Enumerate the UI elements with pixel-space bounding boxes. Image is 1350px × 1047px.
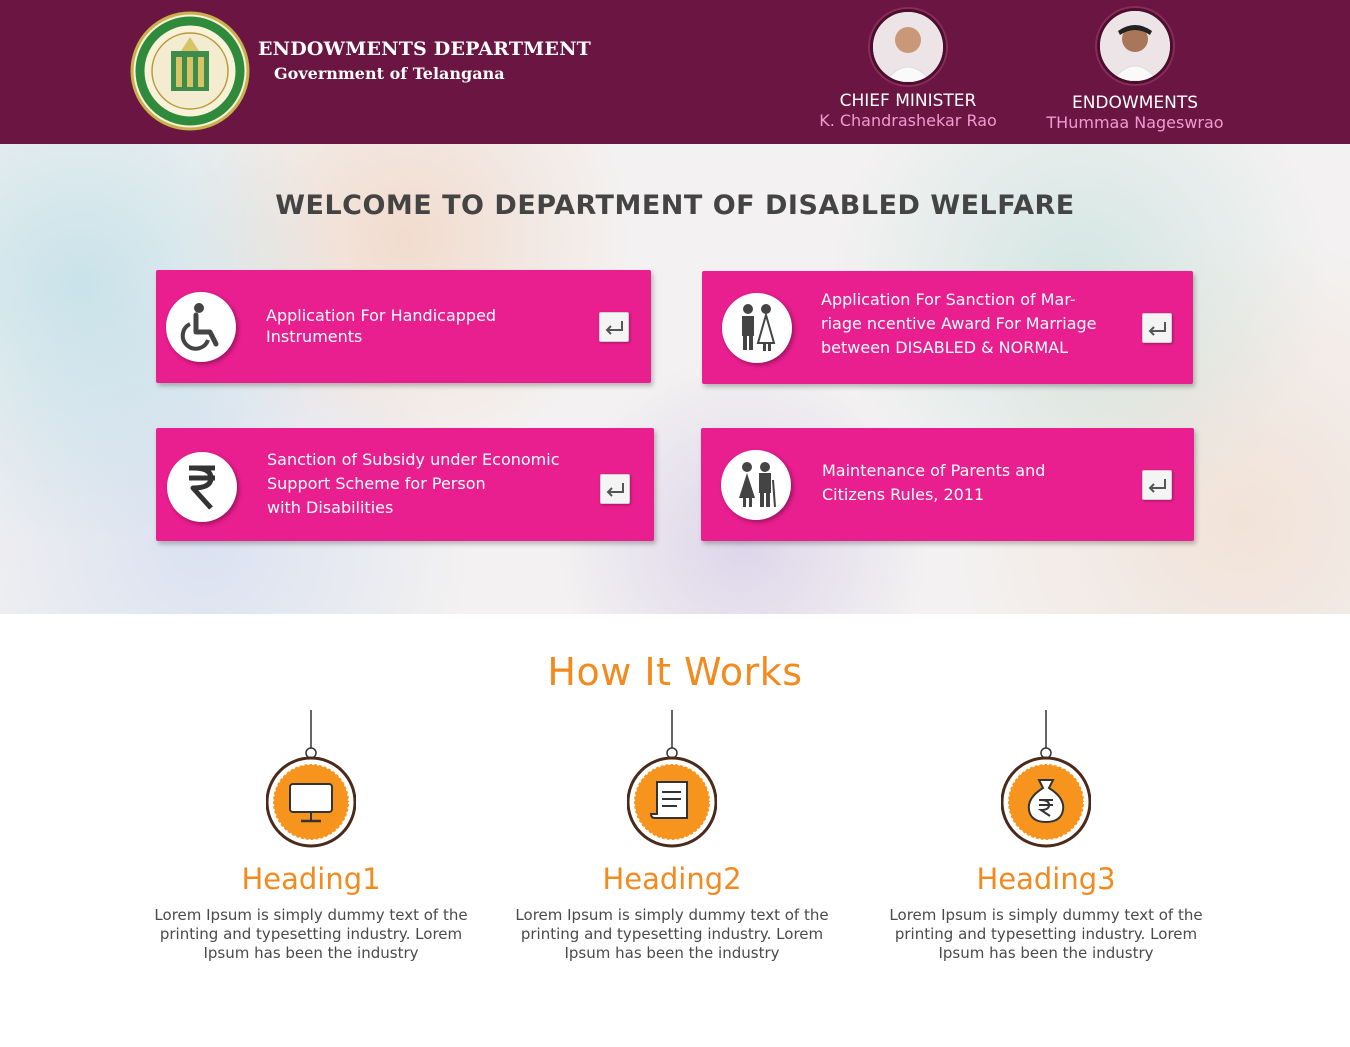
step-description: Lorem Ipsum is simply dummy text of the … [154,906,468,962]
page-title: WELCOME TO DEPARTMENT OF DISABLED WELFAR… [275,190,1075,221]
monitor-icon [266,710,356,848]
wheelchair-icon [166,292,236,362]
elderly-couple-icon [721,450,791,520]
site-header: ENDOWMENTS DEPARTMENT Government of Tela… [0,0,1350,144]
card-text: Maintenance of Parents and Citizens Rule… [822,461,1046,504]
step-heading: Heading2 [602,862,742,896]
enter-arrow-icon[interactable] [600,474,630,504]
official-name: K. Chandrashekar Rao [819,111,997,130]
service-card-maintenance-parents[interactable]: Maintenance of Parents and Citizens Rule… [701,428,1194,541]
department-title: ENDOWMENTS DEPARTMENT [258,38,591,60]
enter-arrow-icon[interactable] [1142,313,1172,343]
service-card-handicapped-instruments[interactable]: Application For Handicapped Instruments [156,270,651,383]
how-it-works-title: How It Works [547,650,803,694]
enter-arrow-icon[interactable] [1142,470,1172,500]
step-heading: Heading3 [976,862,1116,896]
money-bag-icon [1001,710,1091,848]
official-name: THummaa Nageswrao [1046,113,1224,132]
official-endowments: ENDOWMENTS THummaa Nageswrao [1030,8,1240,132]
card-text: Application For Handicapped Instruments [266,306,497,346]
endowments-minister-photo [1097,8,1173,84]
service-card-marriage-incentive[interactable]: Application For Sanction of Mar- riage n… [702,271,1193,384]
scroll-icon [627,710,717,848]
department-subtitle: Government of Telangana [274,64,505,83]
rupee-icon [167,452,237,522]
step-heading: Heading1 [241,862,381,896]
enter-arrow-icon[interactable] [599,312,629,342]
couple-icon [722,293,792,363]
official-chief-minister: CHIEF MINISTER K. Chandrashekar Rao [808,9,1008,130]
chief-minister-photo [870,9,946,85]
service-card-economic-subsidy[interactable]: Sanction of Subsidy under Economic Suppo… [156,428,654,541]
step-description: Lorem Ipsum is simply dummy text of the … [889,906,1203,962]
card-text: Application For Sanction of Mar- riage n… [821,290,1097,357]
step-description: Lorem Ipsum is simply dummy text of the … [515,906,829,962]
telangana-seal-logo[interactable] [129,11,251,131]
card-text: Sanction of Subsidy under Economic Suppo… [267,450,560,517]
hero-section: WELCOME TO DEPARTMENT OF DISABLED WELFAR… [0,144,1350,614]
official-role: CHIEF MINISTER [839,91,977,111]
official-role: ENDOWMENTS [1071,93,1199,113]
